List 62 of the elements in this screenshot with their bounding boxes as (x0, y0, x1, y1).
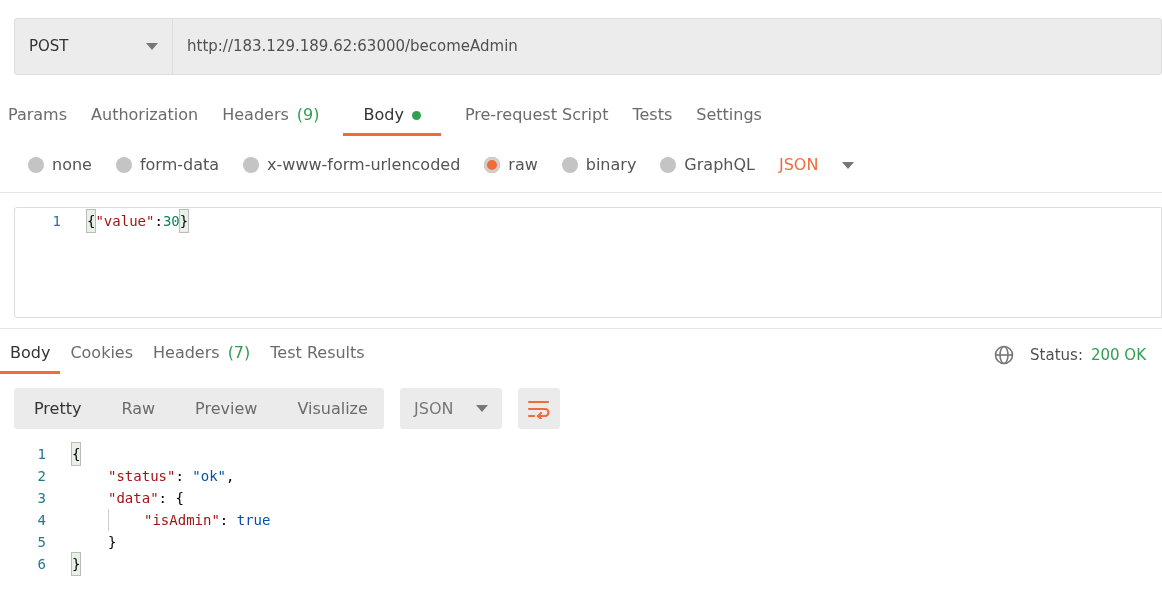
radio-option[interactable]: none (28, 153, 92, 177)
line-number: 2 (36, 467, 47, 486)
line-number: 5 (36, 533, 47, 552)
view-mode-tab[interactable]: Preview (175, 388, 278, 429)
radio-option[interactable]: raw (484, 153, 538, 177)
radio-option[interactable]: GraphQL (660, 153, 755, 177)
dot-icon (411, 110, 421, 120)
code-token: } (179, 210, 189, 232)
tab[interactable]: Params (8, 99, 68, 136)
view-mode-tab[interactable]: Pretty (14, 388, 102, 429)
code-editor[interactable]: 1 {"value":30} (14, 207, 1162, 318)
status-value: 200 OK (1090, 344, 1146, 366)
line-number: 1 (51, 212, 62, 231)
radio-icon[interactable] (28, 157, 44, 173)
radio-icon[interactable] (561, 157, 578, 173)
code-token: { (87, 210, 96, 232)
radio-option[interactable]: form-data (115, 153, 220, 177)
format-dropdown[interactable]: JSON (400, 388, 502, 429)
code-token: { (72, 443, 81, 465)
line-number: 3 (36, 489, 47, 508)
code-token: "data" (108, 489, 159, 508)
code-token: } (72, 553, 81, 575)
radio-option[interactable]: binary (561, 153, 637, 177)
tab[interactable]: Tests (632, 99, 673, 136)
radio-icon[interactable] (660, 157, 677, 173)
code-token: "isAdmin" (144, 511, 220, 530)
caret-icon (476, 405, 488, 412)
view-mode-tab[interactable]: Raw (101, 388, 176, 429)
wrap-lines-button[interactable] (518, 388, 560, 429)
line-number: 1 (36, 445, 47, 464)
line-number: 4 (36, 511, 47, 530)
line-number: 6 (36, 555, 47, 574)
tab[interactable]: Test Results (270, 337, 365, 374)
radio-option[interactable]: x-www-form-urlencoded (243, 153, 461, 177)
tab[interactable]: Body (0, 337, 61, 374)
status-label: Status: (1030, 344, 1083, 366)
caret-icon (842, 161, 855, 169)
radio-icon[interactable] (243, 157, 260, 173)
tab[interactable]: Settings (696, 99, 762, 136)
view-mode-tab[interactable]: Visualize (277, 388, 388, 429)
code-token: } (108, 533, 117, 552)
code-token: "ok" (192, 467, 226, 486)
code-token: true (236, 511, 271, 530)
tab[interactable]: Authorization (91, 99, 199, 136)
wrap-lines-icon (527, 398, 551, 419)
globe-icon[interactable] (994, 344, 1015, 365)
code-token: : (154, 212, 163, 231)
code-token: : (175, 467, 185, 486)
code-token: "status" (108, 467, 176, 486)
tab[interactable]: Body (343, 99, 441, 136)
code-token: , (226, 467, 235, 486)
radio-icon[interactable] (484, 157, 501, 173)
code-token: : (219, 511, 230, 530)
tab[interactable]: Headers (9) (222, 99, 320, 136)
format-dropdown[interactable]: JSON (778, 153, 855, 177)
tab[interactable]: Headers (7) (153, 337, 251, 374)
radio-icon[interactable] (115, 157, 132, 173)
tab[interactable]: Cookies (70, 337, 134, 374)
tab[interactable]: Pre-request Script (464, 99, 609, 136)
code-token: 30 (162, 212, 180, 231)
code-token: : { (158, 489, 184, 508)
code-token: "value" (95, 212, 155, 231)
